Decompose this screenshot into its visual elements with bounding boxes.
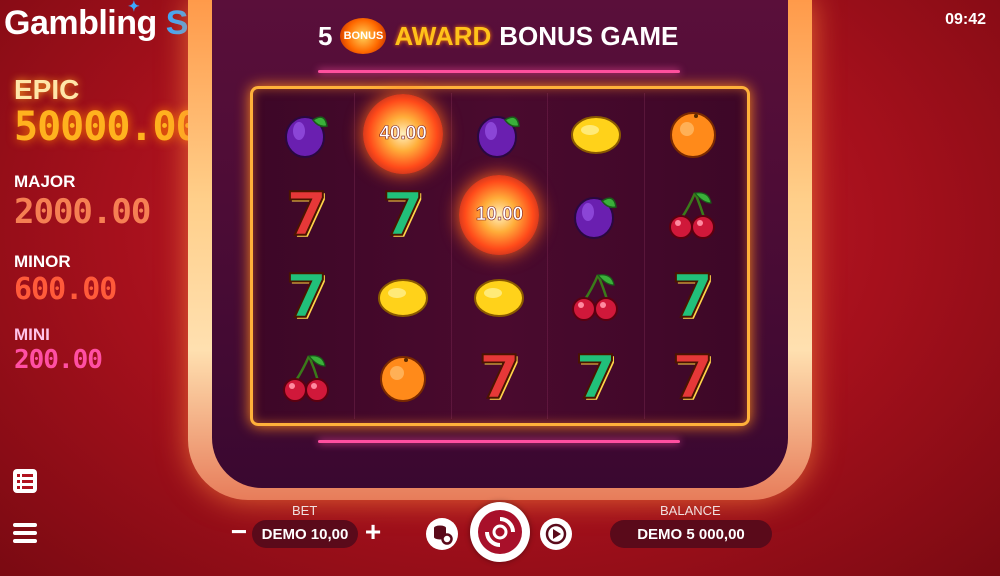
bonus-orb: 10.00 xyxy=(459,175,540,256)
lemon-icon xyxy=(568,106,624,162)
green-seven-icon: 7 xyxy=(574,343,618,414)
bet-value: DEMO 10,00 xyxy=(252,520,358,548)
reel-cell: 10.00 xyxy=(452,174,549,256)
reel-cell xyxy=(548,174,645,256)
green-seven-icon: 7 xyxy=(671,261,715,332)
autoplay-button[interactable] xyxy=(426,518,458,550)
green-seven-icon: 7 xyxy=(381,180,425,251)
green-seven-icon: 7 xyxy=(285,261,329,332)
spin-ring xyxy=(478,510,522,554)
plum-icon xyxy=(568,187,624,243)
jackpot-minor-label: MINOR xyxy=(14,252,71,271)
reel-cell: 7 xyxy=(645,256,741,338)
cherry-icon xyxy=(279,350,335,406)
menu-button[interactable] xyxy=(12,520,38,546)
spin-icon xyxy=(485,517,515,547)
balance-label: BALANCE xyxy=(660,503,721,518)
jackpot-mini-value: 200.00 xyxy=(14,345,103,375)
clock: 09:42 xyxy=(945,11,986,28)
red-seven-icon: 7 xyxy=(478,343,522,414)
turbo-icon xyxy=(545,523,567,545)
hamburger-menu-icon xyxy=(13,523,37,543)
reel-cell xyxy=(355,337,452,419)
lemon-icon xyxy=(375,269,431,325)
bet-decrease-button[interactable]: − xyxy=(226,518,252,546)
reel-cell xyxy=(645,175,741,257)
red-seven-icon: 7 xyxy=(671,343,715,414)
reel-cell: 7 xyxy=(548,337,645,419)
reel-cell: 7 xyxy=(645,338,741,420)
jackpot-minor: MINOR 600.00 xyxy=(14,252,117,307)
neon-divider-top xyxy=(318,70,680,73)
reel-cell xyxy=(645,93,741,175)
title-number: 5 xyxy=(318,20,333,51)
jackpot-epic-value: 50000.00 xyxy=(14,104,200,150)
coins-gear-icon xyxy=(434,525,453,545)
bet-label: BET xyxy=(292,503,318,518)
balance-value: DEMO 5 000,00 xyxy=(610,520,772,548)
paytable-button[interactable] xyxy=(12,468,38,494)
cherry-icon xyxy=(665,187,721,243)
title-bonus-game: BONUS GAME xyxy=(499,20,679,51)
reel-cell xyxy=(452,256,549,338)
bonus-badge: BONUS xyxy=(340,18,387,54)
game-title: 5 BONUS AWARD BONUS GAME xyxy=(318,18,688,54)
jackpot-mini: MINI 200.00 xyxy=(14,325,103,375)
reel-cell: 7 xyxy=(452,337,549,419)
plum-icon xyxy=(279,106,335,162)
sparkle-icon: ✦ xyxy=(128,0,140,14)
jackpot-major-value: 2000.00 xyxy=(14,192,151,232)
neon-divider-bottom xyxy=(318,440,680,443)
minus-icon: − xyxy=(230,516,248,547)
orange-icon xyxy=(665,106,721,162)
reel-cell xyxy=(548,256,645,338)
reel-cell xyxy=(548,93,645,175)
jackpot-major: MAJOR 2000.00 xyxy=(14,172,151,232)
jackpot-epic-label: EPIC xyxy=(14,74,80,105)
orange-icon xyxy=(375,350,431,406)
jackpot-epic: EPIC 50000.00 xyxy=(14,74,200,150)
spin-button[interactable] xyxy=(470,502,530,562)
cherry-icon xyxy=(568,269,624,325)
paytable-icon xyxy=(13,469,37,493)
reel-cell xyxy=(259,93,356,175)
title-award: AWARD xyxy=(394,20,492,51)
reel-cell: 40.00 xyxy=(355,93,452,175)
jackpot-major-label: MAJOR xyxy=(14,172,76,191)
jackpot-minor-value: 600.00 xyxy=(14,272,117,307)
reel-cell: 7 xyxy=(259,174,356,256)
reel-cell: 7 xyxy=(259,256,356,338)
reel-cell xyxy=(355,256,452,338)
plum-icon xyxy=(471,106,527,162)
reel-cell xyxy=(259,337,356,419)
reel-grid: 40.00 7 7 10.00 7 7 7 7 7 xyxy=(250,86,750,426)
plus-icon: + xyxy=(364,516,382,547)
reel-cell: 7 xyxy=(355,174,452,256)
jackpot-mini-label: MINI xyxy=(14,325,50,344)
turbo-button[interactable] xyxy=(540,518,572,550)
bet-increase-button[interactable]: + xyxy=(360,518,386,546)
red-seven-icon: 7 xyxy=(285,180,329,251)
lemon-icon xyxy=(471,269,527,325)
reel-cell xyxy=(452,93,549,175)
bonus-orb: 40.00 xyxy=(363,93,444,174)
